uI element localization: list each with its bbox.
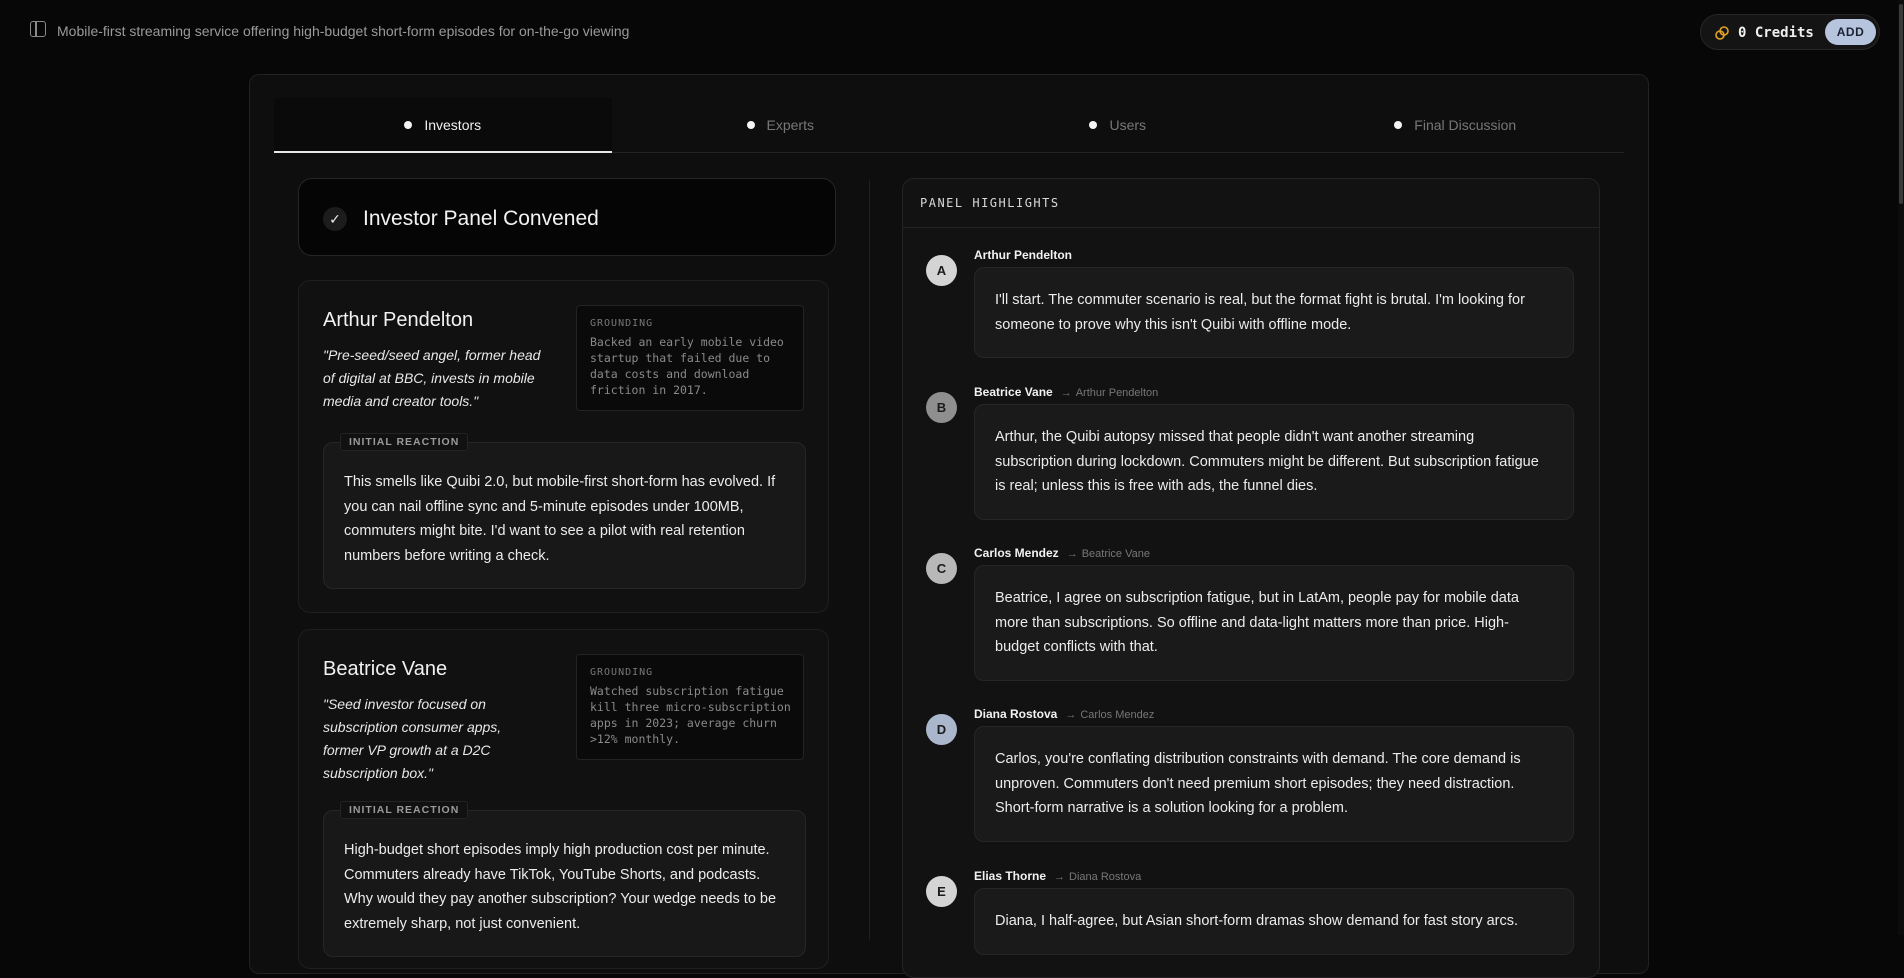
grounding-box: GROUNDING Backed an early mobile video s…	[576, 305, 804, 411]
message-author: Carlos Mendez → Beatrice Vane	[974, 546, 1150, 560]
message-author: Arthur Pendelton	[974, 248, 1072, 262]
convened-title: Investor Panel Convened	[363, 207, 599, 230]
message-bubble: Carlos, you're conflating distribution c…	[974, 726, 1574, 842]
tab-label: Users	[1109, 117, 1147, 133]
persona-card: Arthur Pendelton "Pre-seed/seed angel, f…	[298, 280, 829, 613]
persona-bio: "Seed investor focused on subscription c…	[323, 696, 502, 781]
scrollbar-thumb[interactable]	[1899, 4, 1903, 204]
grounding-text: Backed an early mobile video startup tha…	[590, 335, 784, 397]
tab-status-dot	[1089, 121, 1098, 129]
persona-card: Beatrice Vane "Seed investor focused on …	[298, 629, 829, 969]
message-author: Diana Rostova → Carlos Mendez	[974, 707, 1155, 721]
coins-icon	[1715, 26, 1729, 40]
top-bar: Mobile-first streaming service offering …	[0, 0, 1904, 62]
tab-status-dot	[404, 121, 413, 129]
page-title: Mobile-first streaming service offering …	[57, 23, 630, 39]
panel-highlights-title: PANEL HIGHLIGHTS	[903, 179, 1599, 228]
reaction-label: INITIAL REACTION	[340, 433, 469, 451]
message-author: Elias Thorne → Diana Rostova	[974, 869, 1142, 883]
credits-count: 0 Credits	[1738, 25, 1814, 41]
avatar: E	[926, 876, 957, 907]
tab-status-dot	[1394, 121, 1403, 129]
grounding-label: GROUNDING	[590, 318, 654, 329]
initial-reaction-box: INITIAL REACTION This smells like Quibi …	[323, 433, 806, 589]
tab-final-discussion[interactable]: Final Discussion	[1287, 98, 1625, 152]
page-scrollbar[interactable]	[1898, 0, 1904, 935]
tab-investors[interactable]: Investors	[274, 98, 612, 153]
arrow-right-icon: →	[1054, 871, 1066, 883]
tab-experts[interactable]: Experts	[612, 98, 950, 152]
message-author: Beatrice Vane → Arthur Pendelton	[974, 385, 1159, 399]
reply-to: → Carlos Mendez	[1065, 709, 1155, 721]
arrow-right-icon: →	[1060, 387, 1072, 399]
reply-to: → Diana Rostova	[1054, 871, 1142, 883]
tab-label: Experts	[766, 117, 814, 133]
avatar: D	[926, 714, 957, 745]
message-bubble: Beatrice, I agree on subscription fatigu…	[974, 565, 1574, 681]
avatar: B	[926, 392, 957, 423]
arrow-right-icon: →	[1066, 548, 1078, 560]
persona-bio: "Pre-seed/seed angel, former head of dig…	[323, 347, 541, 409]
tab-status-dot	[746, 121, 755, 129]
column-divider	[869, 180, 870, 940]
grounding-text: Watched subscription fatigue kill three …	[590, 684, 791, 746]
tab-label: Investors	[424, 117, 482, 133]
reply-to: → Beatrice Vane	[1066, 548, 1150, 560]
message-bubble: Arthur, the Quibi autopsy missed that pe…	[974, 404, 1574, 520]
grounding-label: GROUNDING	[590, 667, 654, 678]
add-credits-button[interactable]: ADD	[1825, 19, 1876, 45]
avatar: A	[926, 255, 957, 286]
persona-name: Arthur Pendelton	[323, 309, 474, 331]
check-icon: ✓	[323, 207, 347, 231]
message-bubble: I'll start. The commuter scenario is rea…	[974, 267, 1574, 358]
credits-pill: 0 Credits ADD	[1700, 14, 1880, 50]
panel-convened-banner: ✓ Investor Panel Convened	[298, 178, 836, 256]
arrow-right-icon: →	[1065, 709, 1077, 721]
persona-name: Beatrice Vane	[323, 658, 448, 680]
tab-label: Final Discussion	[1414, 117, 1517, 133]
tab-users[interactable]: Users	[949, 98, 1287, 152]
reaction-label: INITIAL REACTION	[340, 801, 469, 819]
reaction-text: High-budget short episodes imply high pr…	[344, 842, 777, 932]
panel-highlights: PANEL HIGHLIGHTS A Arthur Pendelton I'll…	[902, 178, 1600, 978]
sidebar-toggle-icon[interactable]	[30, 21, 46, 37]
avatar: C	[926, 553, 957, 584]
reaction-text: This smells like Quibi 2.0, but mobile-f…	[344, 474, 776, 564]
grounding-box: GROUNDING Watched subscription fatigue k…	[576, 654, 804, 760]
tab-bar: Investors Experts Users Final Discussion	[274, 98, 1624, 153]
reply-to: → Arthur Pendelton	[1060, 387, 1159, 399]
message-bubble: Diana, I half-agree, but Asian short-for…	[974, 888, 1574, 955]
